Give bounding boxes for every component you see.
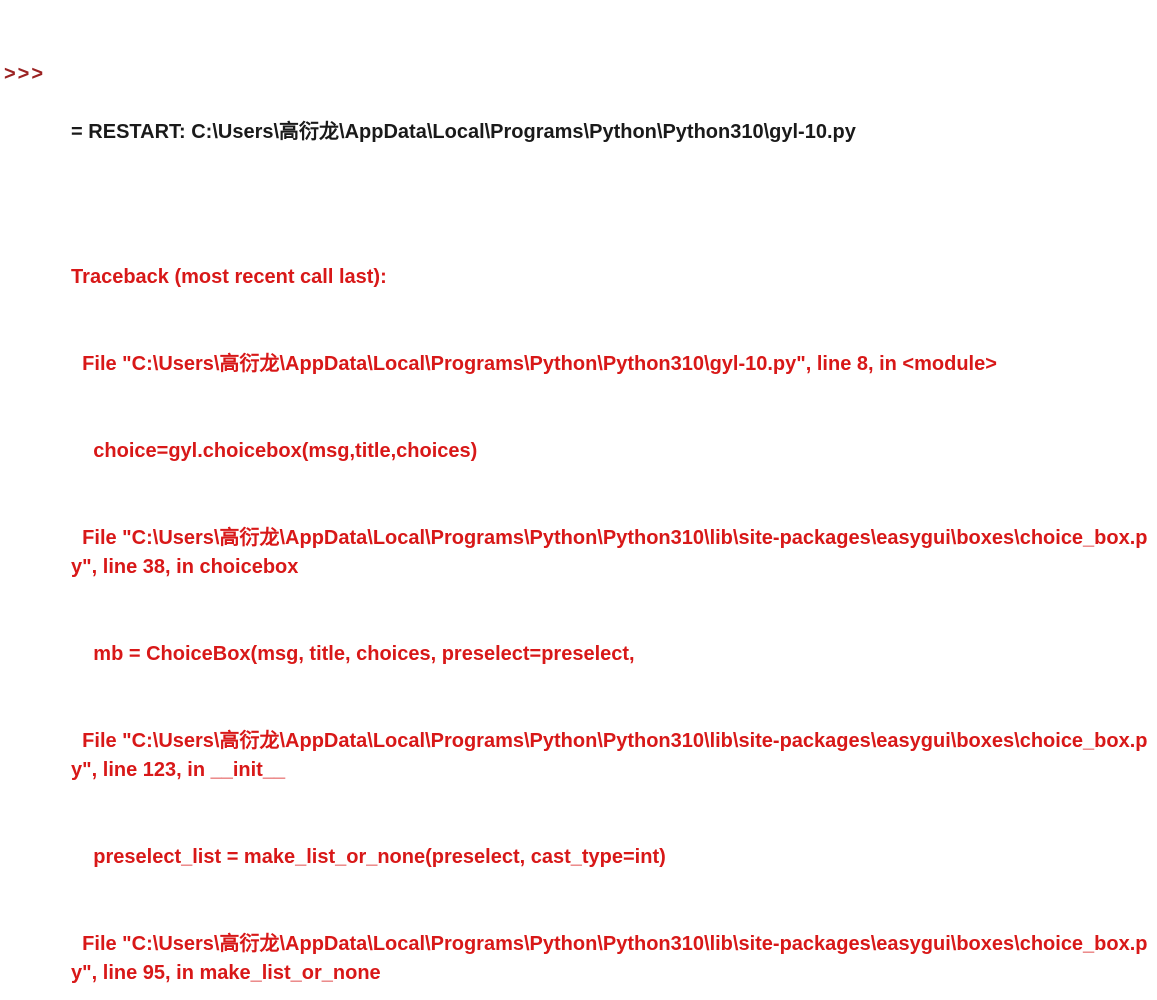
traceback-line: Traceback (most recent call last): (71, 263, 1153, 292)
traceback-line: File "C:\Users\高衍龙\AppData\Local\Program… (71, 350, 1153, 379)
traceback-line: File "C:\Users\高衍龙\AppData\Local\Program… (71, 524, 1153, 582)
traceback-line: File "C:\Users\高衍龙\AppData\Local\Program… (71, 727, 1153, 785)
traceback-block: Traceback (most recent call last): File … (71, 205, 1153, 1000)
traceback-line: File "C:\Users\高衍龙\AppData\Local\Program… (71, 930, 1153, 988)
restart-line: = RESTART: C:\Users\高衍龙\AppData\Local\Pr… (71, 118, 1153, 147)
traceback-line: preselect_list = make_list_or_none(prese… (71, 843, 1153, 872)
traceback-line: choice=gyl.choicebox(msg,title,choices) (71, 437, 1153, 466)
shell-prompt: >>> (4, 60, 53, 89)
traceback-line: mb = ChoiceBox(msg, title, choices, pres… (71, 640, 1153, 669)
output-block: = RESTART: C:\Users\高衍龙\AppData\Local\Pr… (53, 60, 1153, 1000)
idle-shell-output[interactable]: >>> = RESTART: C:\Users\高衍龙\AppData\Loca… (4, 2, 1153, 1000)
